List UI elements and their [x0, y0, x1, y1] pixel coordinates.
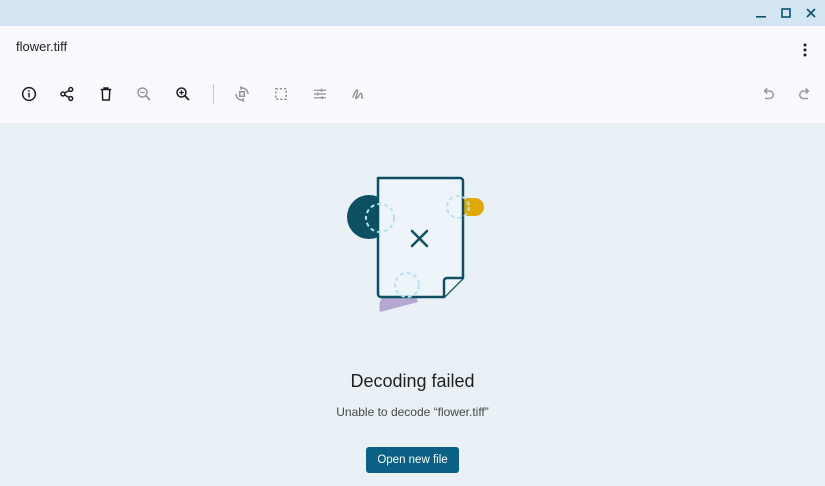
- more-vert-icon: [803, 43, 807, 57]
- minimize-button[interactable]: [748, 0, 774, 26]
- zoom-in-icon: [176, 87, 190, 101]
- toolbar-separator: [213, 84, 214, 104]
- illustration-document-fold: [442, 276, 463, 297]
- adjust-button[interactable]: [308, 82, 332, 106]
- crop-button[interactable]: [269, 82, 293, 106]
- zoom-in-button[interactable]: [171, 82, 195, 106]
- rotate-button[interactable]: [230, 82, 254, 106]
- rotate-icon: [235, 85, 249, 103]
- share-icon: [60, 86, 74, 102]
- redo-button[interactable]: [793, 82, 817, 106]
- close-icon: [806, 8, 816, 18]
- minimize-icon: [756, 16, 766, 18]
- crop-icon: [275, 88, 287, 100]
- undo-icon: [763, 87, 774, 100]
- delete-icon: [100, 87, 112, 101]
- zoom-out-icon: [137, 87, 151, 101]
- undo-button[interactable]: [756, 82, 780, 106]
- redo-icon: [799, 87, 810, 100]
- file-title: flower.tiff: [16, 39, 68, 54]
- maximize-button[interactable]: [773, 0, 799, 26]
- zoom-out-button[interactable]: [132, 82, 156, 106]
- share-button[interactable]: [55, 82, 79, 106]
- error-message: Unable to decode “flower.tiff”: [336, 405, 489, 419]
- decode-error-illustration: [347, 176, 484, 312]
- annotate-button[interactable]: [347, 82, 371, 106]
- open-new-file-button[interactable]: Open new file: [366, 447, 459, 473]
- error-title: Decoding failed: [350, 371, 475, 391]
- delete-button[interactable]: [94, 82, 118, 106]
- info-button[interactable]: [17, 82, 41, 106]
- tune-icon: [314, 88, 326, 100]
- window-titlebar: [0, 0, 825, 26]
- annotate-icon: [352, 89, 364, 100]
- maximize-icon: [781, 8, 791, 18]
- info-icon: [21, 86, 37, 102]
- more-options-button[interactable]: [793, 38, 817, 62]
- close-button[interactable]: [798, 0, 824, 26]
- app-header: flower.tiff: [0, 26, 825, 123]
